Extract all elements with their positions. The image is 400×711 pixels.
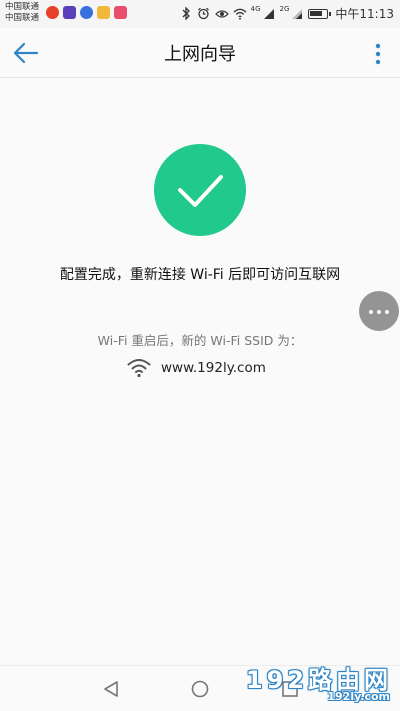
triangle-back-icon xyxy=(104,681,118,697)
page-title: 上网向导 xyxy=(164,44,236,65)
more-vertical-icon xyxy=(375,43,381,65)
nav-home-button[interactable] xyxy=(191,680,209,702)
eye-comfort-icon xyxy=(214,7,229,21)
carrier-1: 中国联通 xyxy=(5,2,40,12)
carrier-info: 中国联通 中国联通 xyxy=(5,2,39,24)
battery-icon xyxy=(308,8,332,19)
circle-home-icon xyxy=(191,680,209,698)
network-type-2: 2G xyxy=(279,5,290,13)
ssid-value: www.192ly.com xyxy=(161,360,266,376)
dot-icon xyxy=(385,310,389,314)
wifi-status-icon xyxy=(233,7,247,21)
watermark-sub: 192ly.com xyxy=(327,690,390,703)
network-type-1: 4G xyxy=(250,5,261,13)
alarm-icon xyxy=(197,7,211,21)
more-options-button[interactable] xyxy=(374,42,382,66)
status-time: 中午11:13 xyxy=(335,7,394,21)
notification-icons xyxy=(46,6,127,19)
system-icons: 4G 2G 中午11:13 xyxy=(179,5,394,22)
ssid-label: Wi-Fi 重启后，新的 Wi-Fi SSID 为： xyxy=(97,333,303,348)
router-app-icon xyxy=(114,6,127,19)
success-indicator xyxy=(154,144,246,236)
dot-icon xyxy=(369,310,373,314)
signal-icon-2 xyxy=(290,7,304,21)
video-app-icon xyxy=(63,6,76,19)
ssid-row: www.192ly.com xyxy=(127,357,266,379)
floating-more-button[interactable] xyxy=(359,291,399,331)
status-bar: 中国联通 中国联通 4G 2G 中午11:13 xyxy=(0,0,400,28)
baidu-icon xyxy=(80,6,93,19)
dot-icon xyxy=(377,310,381,314)
wifi-icon xyxy=(127,359,151,378)
watermark: 192路由网 192ly.com xyxy=(242,660,392,708)
carrier-2: 中国联通 xyxy=(5,13,40,23)
completion-message: 配置完成，重新连接 Wi-Fi 后即可访问互联网 xyxy=(59,267,341,283)
nav-back-button[interactable] xyxy=(102,680,120,702)
app-bar: 上网向导 xyxy=(0,28,400,78)
signal-icon-1 xyxy=(262,7,276,21)
app-notification-icon xyxy=(97,6,110,19)
checkmark-icon xyxy=(178,175,223,207)
weibo-icon xyxy=(46,6,59,19)
bluetooth-icon xyxy=(179,7,193,21)
